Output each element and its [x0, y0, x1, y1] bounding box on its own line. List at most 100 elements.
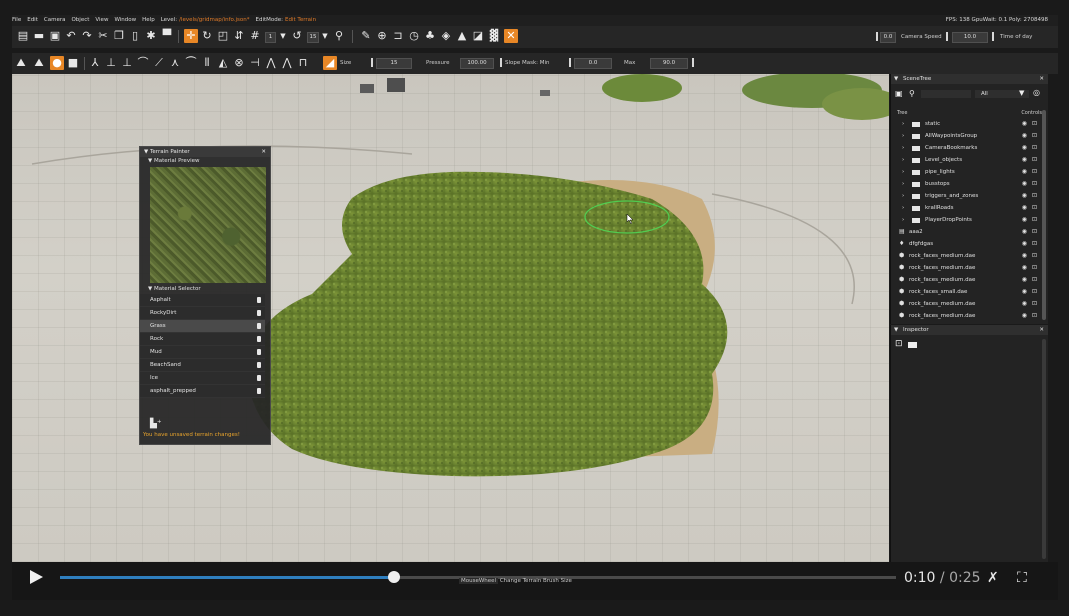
trash-icon[interactable] — [257, 323, 261, 329]
layers-icon[interactable]: ◈ — [439, 29, 453, 43]
expand-arrow-icon[interactable]: › — [902, 166, 904, 178]
tree-object-row[interactable]: ⬢ rock_faces_small.dae ◉ ⊡ — [897, 286, 1037, 298]
material-item[interactable]: BeachSand — [140, 359, 265, 372]
rotate-snap-icon[interactable]: ↺ — [290, 29, 304, 43]
eye-icon[interactable]: ◉ — [1022, 142, 1027, 154]
lock-icon[interactable]: ⊡ — [1032, 118, 1037, 130]
eye-icon[interactable]: ◉ — [1022, 154, 1027, 166]
terrain-icon[interactable]: ▲ — [455, 29, 469, 43]
collapse-arrow-icon[interactable]: ▼ — [894, 74, 898, 84]
select-icon[interactable]: ⅄ — [88, 56, 102, 70]
lower-icon[interactable]: ⊥ — [120, 56, 134, 70]
menu-help[interactable]: Help — [142, 15, 155, 26]
eye-icon[interactable]: ◉ — [1022, 190, 1027, 202]
eye-icon[interactable]: ◉ — [1022, 118, 1027, 130]
menu-window[interactable]: Window — [114, 15, 136, 26]
grid-snap-icon[interactable]: # — [248, 29, 262, 43]
clear-icon[interactable]: ⊗ — [232, 56, 246, 70]
scene-viewport[interactable]: ▼ Terrain Painter ✕ ▼ Material Preview ▼… — [12, 74, 889, 562]
slope-icon[interactable]: ⟋ — [152, 56, 166, 70]
move-gizmo-icon[interactable]: ✛ — [184, 29, 198, 43]
lock-icon[interactable]: ⊡ — [1032, 250, 1037, 262]
mountain-alt-icon[interactable]: ⋀ — [280, 56, 294, 70]
size-slider-handle[interactable] — [371, 58, 373, 67]
eye-icon[interactable]: ◉ — [1022, 286, 1027, 298]
slope-max-field[interactable]: 90.0 — [650, 58, 688, 69]
add-icon[interactable]: ⊕ — [375, 29, 389, 43]
tree-object-row[interactable]: ⬢ rock_faces_medium.dae ◉ ⊡ — [897, 298, 1037, 310]
brush-size-icon[interactable]: ◢ — [323, 56, 337, 70]
eye-icon[interactable]: ◉ — [1022, 166, 1027, 178]
material-item[interactable]: Mud — [140, 346, 265, 359]
eye-icon[interactable]: ◉ — [1022, 202, 1027, 214]
undo-icon[interactable]: ↶ — [64, 29, 78, 43]
slope-slider-handle[interactable] — [500, 58, 502, 67]
chevron-down-icon[interactable]: ▼ — [276, 29, 290, 43]
eye-icon[interactable]: ◉ — [1022, 298, 1027, 310]
trash-icon[interactable] — [257, 362, 261, 368]
paint-brush-icon[interactable]: ● — [50, 56, 64, 70]
chevron-down-icon[interactable]: ▼ — [318, 29, 332, 43]
eye-icon[interactable]: ◉ — [1022, 214, 1027, 226]
close-icon[interactable]: ✕ — [1039, 74, 1044, 84]
visibility-toggle-icon[interactable]: ◎ — [1033, 88, 1040, 97]
paint-material-icon[interactable]: ◭ — [216, 56, 230, 70]
add-folder-icon[interactable]: ▣ — [895, 89, 903, 98]
lock-icon[interactable]: ⊡ — [1032, 142, 1037, 154]
expand-arrow-icon[interactable]: › — [902, 190, 904, 202]
lock-icon[interactable]: ⊡ — [1032, 262, 1037, 274]
menu-edit[interactable]: Edit — [27, 15, 38, 26]
close-icon[interactable]: ✕ — [1039, 325, 1044, 335]
eye-icon[interactable]: ◉ — [1022, 274, 1027, 286]
time-slider-handle[interactable] — [992, 32, 994, 41]
pressure-field[interactable]: 100.00 — [460, 58, 494, 69]
pivot-icon[interactable]: ⚲ — [332, 29, 346, 43]
camera-value-field[interactable]: 0.0 — [880, 32, 896, 43]
lock-icon[interactable]: ⊡ — [1032, 154, 1037, 166]
cut-icon[interactable]: ✂ — [96, 29, 110, 43]
material-item[interactable]: RockyDirt — [140, 307, 265, 320]
expand-arrow-icon[interactable]: › — [902, 130, 904, 142]
lock-icon[interactable]: ⊡ — [1032, 298, 1037, 310]
camera-speed-field[interactable]: 10.0 — [952, 32, 988, 43]
lock-icon[interactable]: ⊡ — [1032, 178, 1037, 190]
play-icon[interactable] — [30, 570, 43, 584]
fullscreen-icon[interactable]: ⛶ — [1017, 570, 1027, 586]
eye-icon[interactable]: ◉ — [1022, 130, 1027, 142]
tree-object-row[interactable]: ⬢ rock_faces_medium.dae ◉ ⊡ — [897, 310, 1037, 322]
noise-icon[interactable]: ⋏ — [168, 56, 182, 70]
raise-icon[interactable]: ⊥ — [104, 56, 118, 70]
menu-object[interactable]: Object — [71, 15, 89, 26]
settings-gear-icon[interactable]: ✱ — [144, 29, 158, 43]
material-item[interactable]: Rock — [140, 333, 265, 346]
trash-icon[interactable] — [257, 310, 261, 316]
open-folder-icon[interactable]: ▬ — [32, 29, 46, 43]
tree-folder-row[interactable]: › busstops ◉ ⊡ — [897, 178, 1037, 190]
set-height-icon[interactable]: ⦀ — [200, 56, 214, 70]
camera-speed-slider-handle[interactable] — [946, 32, 948, 41]
material-item-selected[interactable]: Grass — [140, 320, 265, 333]
progress-handle[interactable] — [388, 571, 401, 583]
tree-folder-row[interactable]: › CameraBookmarks ◉ ⊡ — [897, 142, 1037, 154]
material-item[interactable]: Asphalt — [140, 294, 265, 307]
material-item[interactable]: asphalt_prepped — [140, 385, 265, 398]
timer-icon[interactable]: ◷ — [407, 29, 421, 43]
road-icon[interactable]: ⊐ — [391, 29, 405, 43]
lock-icon[interactable]: ⊡ — [1032, 202, 1037, 214]
eye-icon[interactable]: ◉ — [1022, 310, 1027, 322]
redo-icon[interactable]: ↷ — [80, 29, 94, 43]
tree-folder-row[interactable]: › static ◉ ⊡ — [897, 118, 1037, 130]
snap-icon[interactable]: ⇵ — [232, 29, 246, 43]
expand-arrow-icon[interactable]: › — [902, 202, 904, 214]
raise-terrain-icon[interactable]: ⛰ — [14, 56, 28, 70]
camera-slider-handle[interactable] — [876, 32, 878, 41]
screenshot-icon[interactable] — [908, 342, 917, 348]
hole-icon[interactable]: ⊣ — [248, 56, 262, 70]
terrain-painter-titlebar[interactable]: ▼ Terrain Painter ✕ — [140, 147, 270, 157]
expand-arrow-icon[interactable]: › — [902, 178, 904, 190]
tree-object-row[interactable]: ▤ aaa2 ◉ ⊡ — [897, 226, 1037, 238]
inspector-tab[interactable]: ▼ Inspector ✕ — [891, 325, 1048, 335]
lock-icon[interactable]: ⊡ — [895, 339, 903, 349]
trash-icon[interactable] — [257, 297, 261, 303]
tree-folder-row[interactable]: › AllWaypointsGroup ◉ ⊡ — [897, 130, 1037, 142]
